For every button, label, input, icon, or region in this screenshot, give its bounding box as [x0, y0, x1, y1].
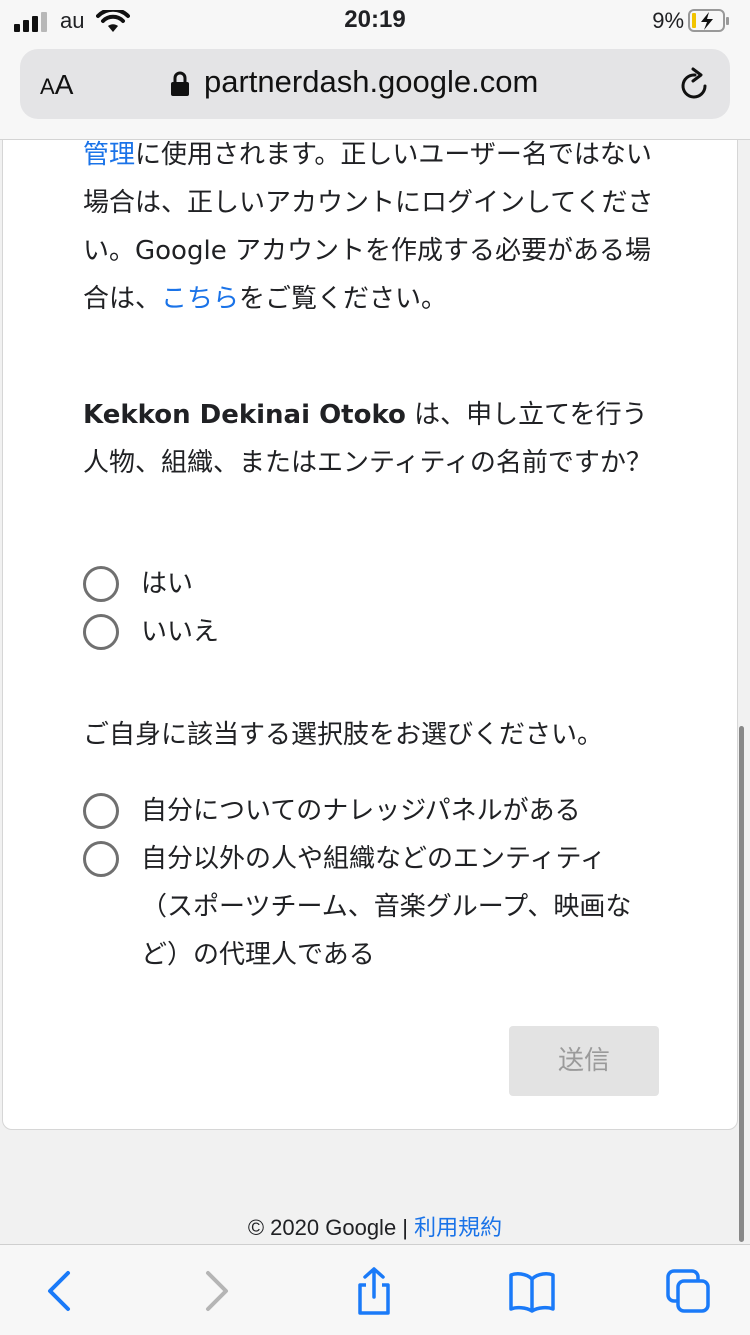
submit-button[interactable]: 送信 — [509, 1026, 659, 1096]
here-link[interactable]: こちら — [161, 284, 239, 314]
entity-question: Kekkon Dekinai Otoko は、申し立てを行う人物、組織、またはエ… — [83, 391, 658, 487]
text-size-button[interactable]: AA — [40, 69, 73, 101]
radio-yes[interactable] — [83, 566, 119, 602]
radio-knowledge-panel-label[interactable]: 自分についてのナレッジパネルがある — [141, 787, 581, 835]
status-bar: au 20:19 9% — [0, 0, 750, 44]
radio-yes-label[interactable]: はい — [141, 560, 193, 608]
address-bar[interactable]: AA partnerdash.google.com — [20, 49, 730, 119]
radio-knowledge-panel[interactable] — [83, 793, 119, 829]
footer: © 2020 Google | 利用規約 — [0, 1210, 750, 1242]
form-card: 管理に使用されます。正しいユーザー名ではない場合は、正しいアカウントにログインし… — [2, 140, 738, 1130]
bookmarks-icon[interactable] — [508, 1267, 556, 1315]
manage-link[interactable]: 管理 — [83, 140, 135, 170]
lock-icon — [171, 71, 189, 96]
url-text[interactable]: partnerdash.google.com — [204, 64, 538, 100]
scrollbar[interactable] — [739, 726, 744, 1242]
browser-toolbar — [0, 1244, 750, 1335]
back-icon[interactable] — [36, 1267, 84, 1315]
clock-time: 20:19 — [344, 6, 406, 33]
intro-text-2: をご覧ください。 — [239, 284, 448, 314]
role-prompt: ご自身に該当する選択肢をお選びください。 — [83, 720, 604, 750]
intro-text: 管理に使用されます。正しいユーザー名ではない場合は、正しいアカウントにログインし… — [83, 140, 658, 323]
copyright-text: © 2020 Google | — [247, 1215, 415, 1240]
entity-name: Kekkon Dekinai Otoko — [83, 400, 406, 430]
radio-no-label[interactable]: いいえ — [141, 608, 219, 656]
battery-percentage: 9% — [652, 8, 684, 33]
reload-icon[interactable] — [678, 67, 712, 103]
battery-charging-icon — [688, 9, 729, 32]
browser-address-area: AA partnerdash.google.com — [0, 44, 750, 140]
radio-representative[interactable] — [83, 841, 119, 877]
forward-icon[interactable] — [192, 1267, 240, 1315]
radio-no[interactable] — [83, 614, 119, 650]
tabs-icon[interactable] — [664, 1267, 712, 1315]
share-icon[interactable] — [350, 1267, 398, 1315]
radio-representative-label[interactable]: 自分以外の人や組織などのエンティティ（スポーツチーム、音楽グループ、映画など）の… — [141, 835, 641, 979]
terms-link[interactable]: 利用規約 — [414, 1215, 502, 1240]
page-content: 管理に使用されます。正しいユーザー名ではない場合は、正しいアカウントにログインし… — [0, 140, 750, 1244]
